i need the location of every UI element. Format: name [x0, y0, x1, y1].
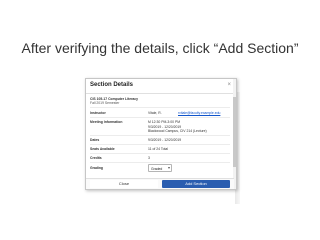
divider: [90, 153, 230, 154]
dates-value: 9/3/2019 - 12/20/2019: [148, 138, 182, 142]
dialog-title: Section Details: [90, 82, 134, 88]
instructor-value: Vitale, R.: [148, 111, 162, 115]
instructor-label: Instructor: [90, 111, 106, 115]
divider: [90, 117, 230, 118]
credits-value: 3: [148, 156, 150, 160]
meeting-time: M 12:30 PM-3:00 PM: [148, 120, 181, 124]
divider: [90, 107, 230, 108]
dates-label: Dates: [90, 138, 100, 142]
dialog-header: Section Details ×: [86, 79, 234, 94]
course-term: Fall 2019 Semester: [90, 101, 120, 105]
grading-select[interactable]: Graded ▾: [148, 164, 172, 172]
divider: [90, 135, 230, 136]
credits-label: Credits: [90, 156, 102, 160]
dialog-footer: Close Add Section: [86, 178, 234, 189]
scrollbar-thumb[interactable]: [233, 97, 236, 167]
divider: [90, 144, 230, 145]
meeting-location: Blackwood Campus, CIV 214 (Lecture): [148, 129, 207, 133]
grading-label: Grading: [90, 166, 103, 170]
chevron-down-icon: ▾: [167, 165, 170, 170]
scrollbar[interactable]: [233, 79, 236, 189]
slide-title: After verifying the details, click “Add …: [21, 40, 299, 56]
add-section-button[interactable]: Add Section: [162, 180, 230, 188]
instructor-email-link[interactable]: rvitale@faculty.example.edu: [178, 111, 220, 115]
section-details-dialog: Section Details × CIS 105-17 Computer Li…: [85, 78, 237, 190]
close-icon[interactable]: ×: [227, 81, 231, 89]
seats-label: Seats Available: [90, 147, 115, 151]
meeting-label: Meeting Information: [90, 120, 123, 124]
close-button[interactable]: Close: [90, 180, 158, 188]
meeting-dates: 9/3/2019 - 12/20/2019: [148, 124, 182, 129]
slide: After verifying the details, click “Add …: [0, 0, 320, 240]
divider: [90, 162, 230, 163]
grading-selected-value: Graded: [151, 166, 163, 171]
seats-value: 11 of 24 Total: [148, 147, 169, 151]
